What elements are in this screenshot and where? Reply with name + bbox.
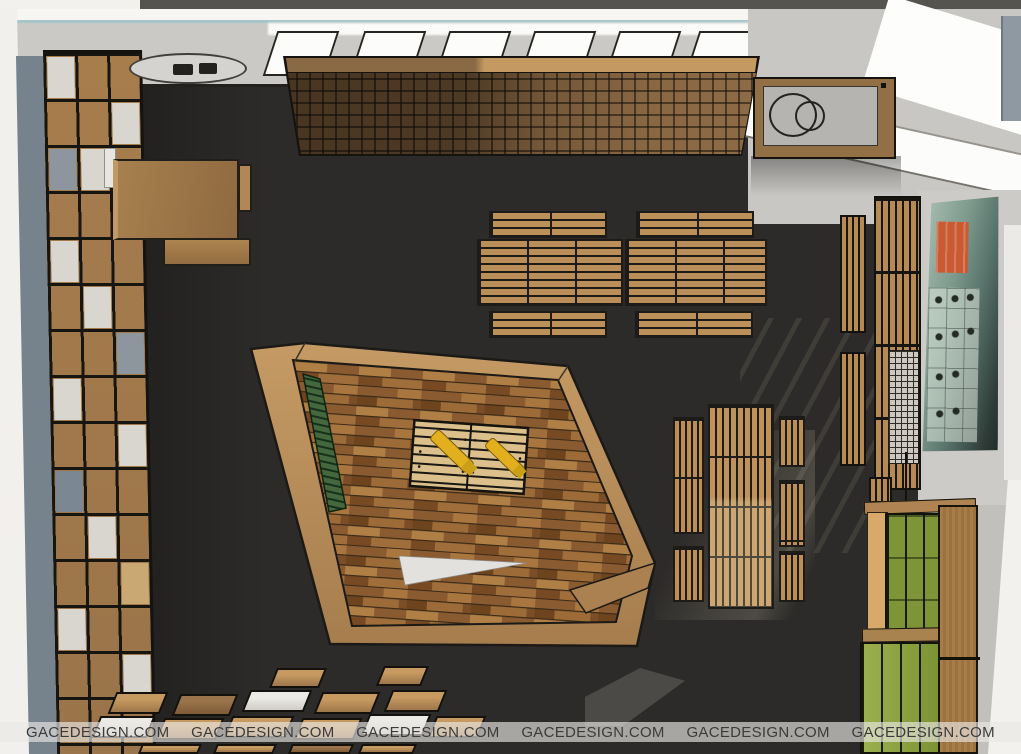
- v-bench-right-2: [779, 480, 805, 547]
- interior-top-view-render: GACEDESIGN.COM GACEDESIGN.COM GACEDESIGN…: [0, 0, 1021, 754]
- bench-top-left: [489, 211, 607, 238]
- ceiling-edge-corner: [0, 0, 140, 9]
- display-bin: [138, 744, 202, 754]
- cubby-cell: [88, 517, 116, 558]
- cubby-cell: [117, 333, 145, 374]
- display-bin: [213, 744, 277, 754]
- v-bench-left-2: [673, 546, 704, 602]
- poster-seal: [936, 221, 969, 273]
- reading-platform: [240, 335, 670, 655]
- display-bin: [242, 690, 313, 712]
- wall-poster: [922, 195, 1002, 452]
- bench-top-right: [636, 211, 754, 238]
- long-table-right: [625, 239, 767, 306]
- service-counter-side: [238, 164, 252, 212]
- long-table-left: [477, 239, 623, 306]
- display-bin: [358, 744, 417, 754]
- service-counter-extension: [163, 238, 251, 266]
- mesh-baskets: [888, 350, 919, 464]
- reception-box: [753, 77, 896, 159]
- lattice-screen: [283, 54, 763, 158]
- cubby-cell: [54, 379, 82, 420]
- cubby-cell: [49, 149, 77, 190]
- cubby-cell: [47, 57, 75, 98]
- cubby-cell: [55, 471, 83, 512]
- display-bin: [314, 692, 381, 714]
- right-window-band: [1001, 16, 1021, 121]
- watermark-text: GACEDESIGN.COM: [852, 724, 995, 741]
- side-slat-bench-2: [840, 352, 866, 466]
- round-basin-inner-icon: [795, 101, 825, 131]
- bench-bottom-right: [635, 311, 753, 338]
- green-shelf-upper: [885, 513, 940, 637]
- vertical-long-table: [708, 404, 774, 609]
- ceiling-edge-bar: [0, 0, 1021, 9]
- box-corner-dot: [881, 83, 886, 88]
- floor-shadow-wedge: [585, 668, 685, 726]
- table-item: [199, 63, 217, 74]
- watermark-text: GACEDESIGN.COM: [26, 724, 169, 741]
- display-bin: [269, 668, 327, 688]
- v-bench-left-1: [673, 417, 704, 534]
- v-bench-right-1: [779, 416, 805, 467]
- cubby-cell: [84, 287, 112, 328]
- display-bin: [376, 666, 429, 686]
- poster-icon-grid: [926, 288, 980, 442]
- watermark-text: GACEDESIGN.COM: [521, 724, 664, 741]
- skylight-glow: [268, 23, 768, 35]
- wood-panel-divider: [940, 657, 980, 660]
- bench-bottom-left: [489, 311, 607, 338]
- watermark-text: GACEDESIGN.COM: [356, 724, 499, 741]
- cubby-cell: [58, 609, 86, 650]
- cubby-shelf-wall: [43, 50, 156, 754]
- watermark-bar: GACEDESIGN.COM GACEDESIGN.COM GACEDESIGN…: [0, 722, 1021, 742]
- cubby-cell: [51, 241, 79, 282]
- cubby-cell: [121, 563, 149, 604]
- watermark-text: GACEDESIGN.COM: [686, 724, 829, 741]
- watermark-text: GACEDESIGN.COM: [191, 724, 334, 741]
- green-shelf-mid-strip: [862, 627, 942, 642]
- reception-box-shadow: [751, 156, 901, 196]
- right-wall-streak: [1004, 225, 1021, 480]
- v-bench-right-3: [779, 551, 805, 602]
- display-bin: [108, 692, 169, 714]
- shelf-pole: [905, 452, 907, 506]
- service-counter: [113, 159, 239, 240]
- table-item: [173, 64, 193, 75]
- small-slat-top: [869, 477, 892, 503]
- wood-side-panel: [938, 505, 978, 754]
- side-slat-bench-1: [840, 215, 866, 333]
- round-entry-table: [129, 53, 247, 84]
- cubby-cell: [112, 103, 140, 144]
- display-bin: [172, 694, 239, 716]
- cubby-cell: [119, 425, 147, 466]
- display-bin: [384, 690, 448, 712]
- display-bin: [288, 744, 354, 754]
